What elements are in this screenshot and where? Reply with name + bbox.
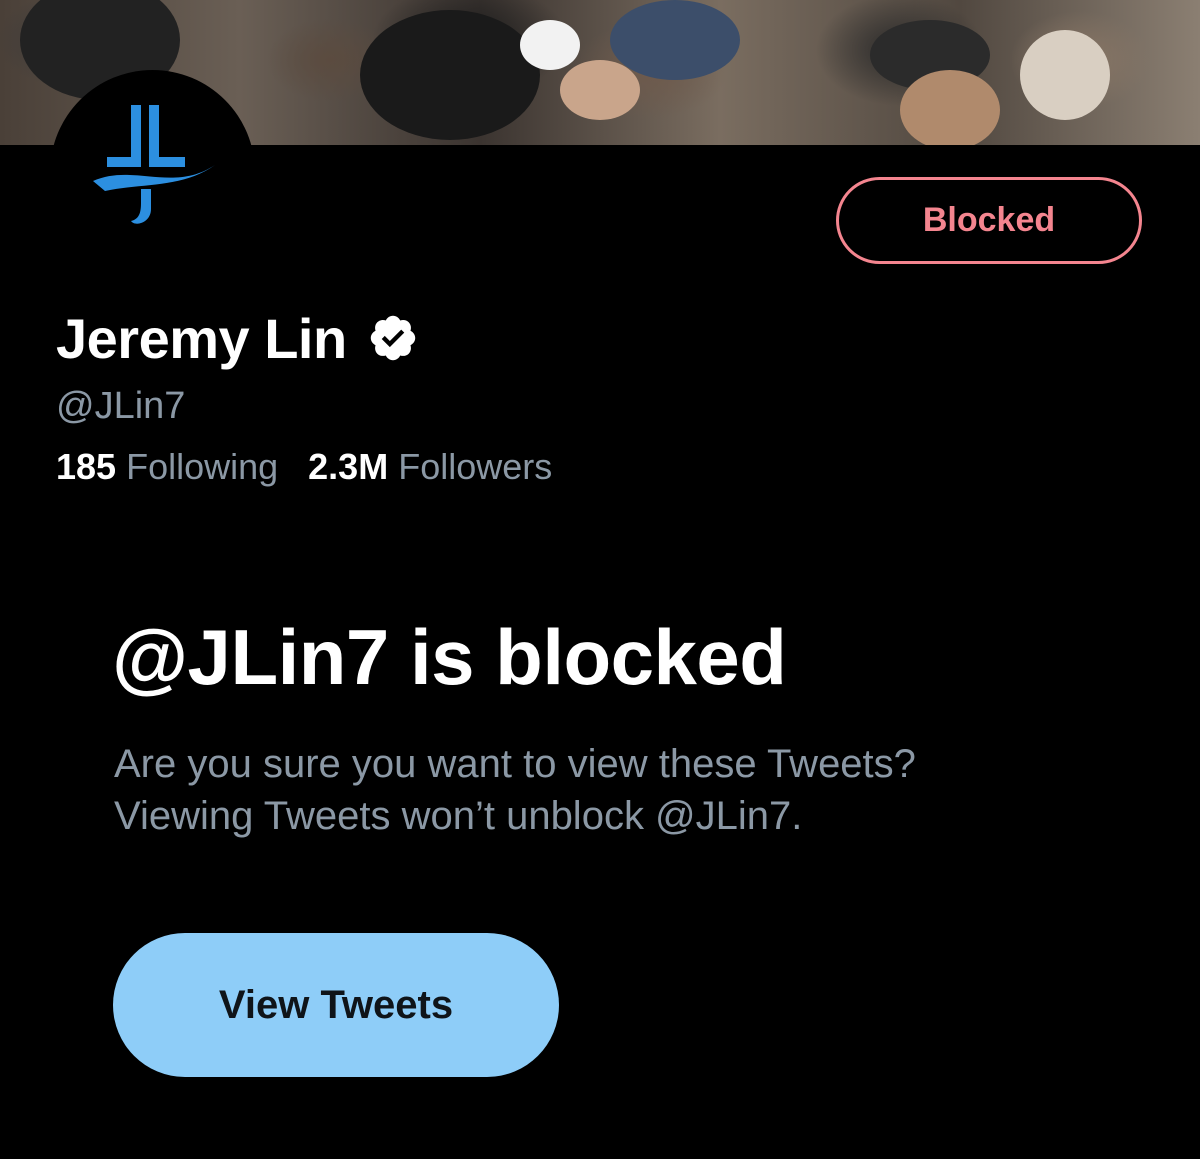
profile-handle: @JLin7 [56, 385, 186, 427]
display-name: Jeremy Lin [56, 306, 347, 370]
followers-count: 2.3M [308, 446, 389, 487]
profile-stats: 185 Following 2.3M Followers [56, 446, 552, 488]
following-label: Following [126, 446, 279, 487]
followers-label: Followers [398, 446, 553, 487]
jl-logo-icon [92, 104, 215, 224]
profile-name-row: Jeremy Lin [56, 303, 419, 373]
followers-link[interactable]: 2.3M Followers [308, 446, 552, 488]
profile-avatar[interactable] [50, 70, 255, 275]
blocked-button[interactable]: Blocked [836, 177, 1142, 264]
banner-face-shape [560, 60, 640, 120]
blocked-notice-line-2: Viewing Tweets won’t unblock @JLin7. [114, 794, 803, 838]
banner-camera-shape [360, 10, 540, 140]
verified-badge-icon [370, 315, 415, 361]
blocked-notice-line-1: Are you sure you want to view these Twee… [114, 742, 916, 786]
view-tweets-button[interactable]: View Tweets [113, 933, 559, 1077]
banner-microphone-shape [520, 20, 580, 70]
blocked-notice-title: @JLin7 is blocked [112, 613, 787, 701]
following-link[interactable]: 185 Following [56, 446, 278, 488]
banner-face-shape [900, 70, 1000, 145]
blocked-notice-description: Are you sure you want to view these Twee… [114, 738, 1094, 842]
banner-shirt-shape [610, 0, 740, 80]
banner-shirt-shape [1020, 30, 1110, 120]
following-count: 185 [56, 446, 117, 487]
